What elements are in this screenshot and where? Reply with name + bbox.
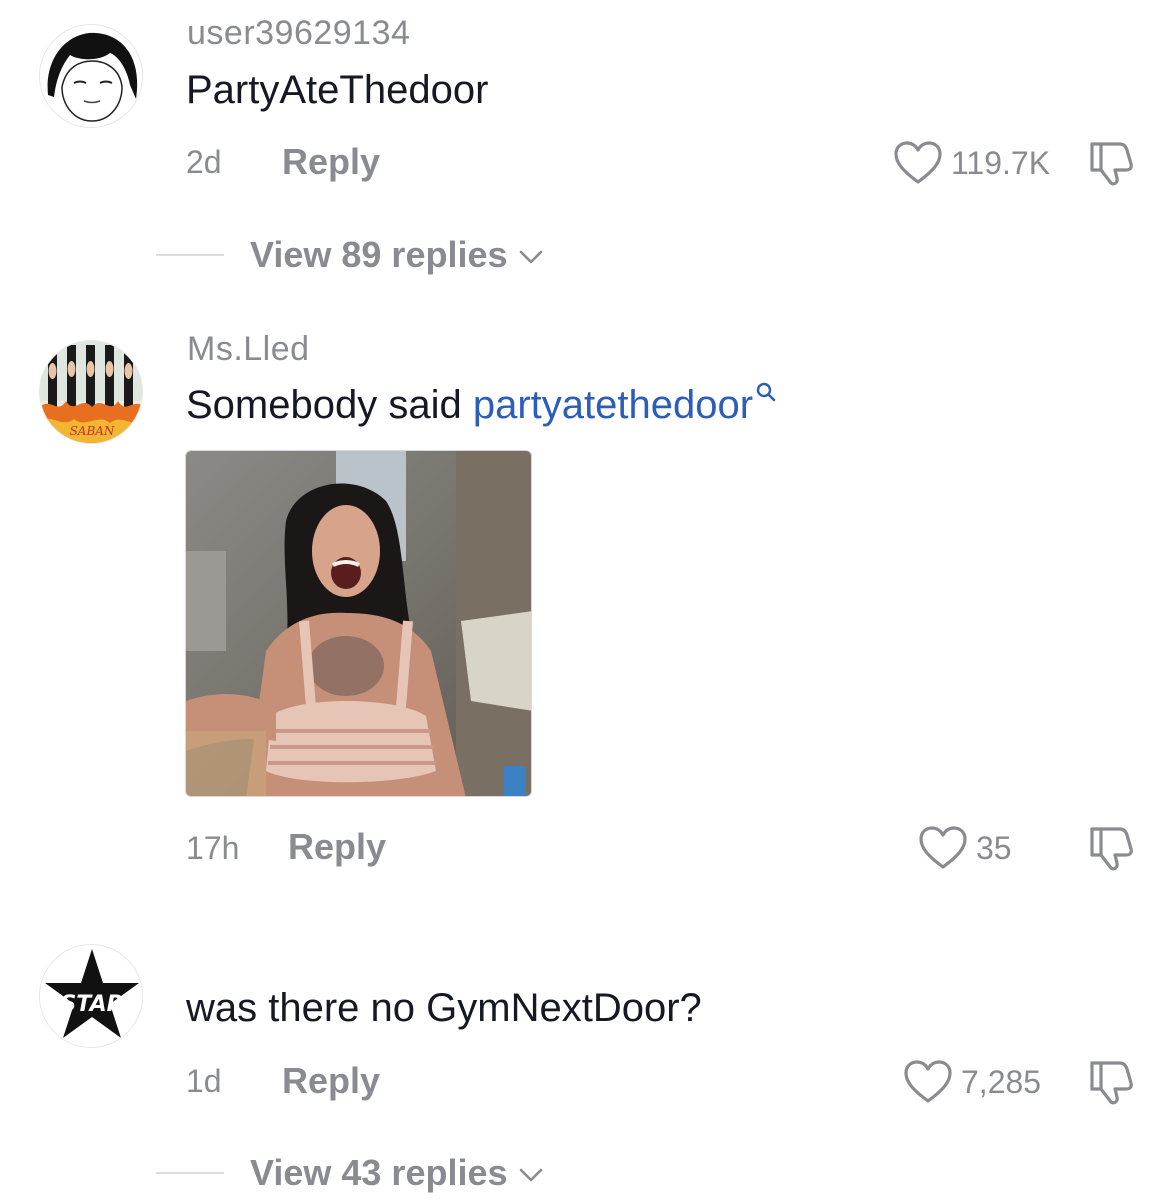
reply-button[interactable]: Reply: [282, 1060, 380, 1102]
comment-text-prefix: Somebody said: [186, 383, 473, 427]
chevron-down-icon: [519, 1168, 542, 1182]
like-count: 35: [976, 829, 1012, 866]
avatar-lettering: STAR: [60, 992, 123, 1017]
comment-timestamp: 2d: [186, 144, 222, 180]
comment-text: PartyAteThedoor: [186, 68, 489, 112]
thumbs-down-icon: [1090, 1061, 1133, 1105]
comment-username[interactable]: Ms.Lled: [187, 330, 310, 369]
avatar[interactable]: STAR: [39, 944, 143, 1048]
avatar-lettering: SABAN: [70, 424, 115, 438]
view-replies-label: View 89 replies: [250, 234, 508, 275]
comment-username[interactable]: user39629134: [187, 14, 410, 53]
gif-attachment[interactable]: [185, 450, 532, 797]
replies-divider-line: [156, 254, 224, 256]
heart-outline-icon: [919, 826, 967, 869]
comment-timestamp: 1d: [186, 1063, 222, 1099]
gif-image: [186, 451, 531, 796]
comment-text: Somebody said partyatethedoor: [186, 381, 777, 428]
dislike-button[interactable]: [1086, 1057, 1136, 1112]
avatar-illustration: SABAN: [40, 341, 142, 443]
avatar-illustration: [40, 25, 142, 127]
dislike-button[interactable]: [1086, 138, 1136, 193]
heart-outline-icon: [894, 141, 942, 184]
thumbs-down-icon: [1090, 142, 1133, 186]
view-replies-button[interactable]: View 43 replies: [156, 1152, 544, 1194]
thumbs-down-icon: [1090, 827, 1133, 871]
avatar[interactable]: SABAN: [39, 340, 143, 444]
reply-button[interactable]: Reply: [288, 826, 386, 868]
like-button[interactable]: 35: [918, 825, 1012, 871]
avatar[interactable]: [39, 24, 143, 128]
like-button[interactable]: 119.7K: [893, 140, 1050, 186]
comment-timestamp: 17h: [186, 830, 240, 866]
hashtag-link[interactable]: partyatethedoor: [473, 383, 753, 427]
reply-button[interactable]: Reply: [282, 141, 380, 183]
dislike-button[interactable]: [1086, 823, 1136, 878]
view-replies-button[interactable]: View 89 replies: [156, 234, 544, 276]
replies-divider-line: [156, 1172, 224, 1174]
like-button[interactable]: 7,285: [903, 1059, 1041, 1105]
view-replies-label: View 43 replies: [250, 1152, 508, 1193]
like-count: 119.7K: [951, 144, 1051, 181]
heart-outline-icon: [904, 1060, 952, 1103]
like-count: 7,285: [961, 1063, 1042, 1100]
comment-text: was there no GymNextDoor?: [186, 986, 702, 1030]
avatar-illustration: STAR: [40, 945, 142, 1047]
chevron-down-icon: [519, 250, 542, 264]
search-icon[interactable]: [755, 381, 777, 403]
